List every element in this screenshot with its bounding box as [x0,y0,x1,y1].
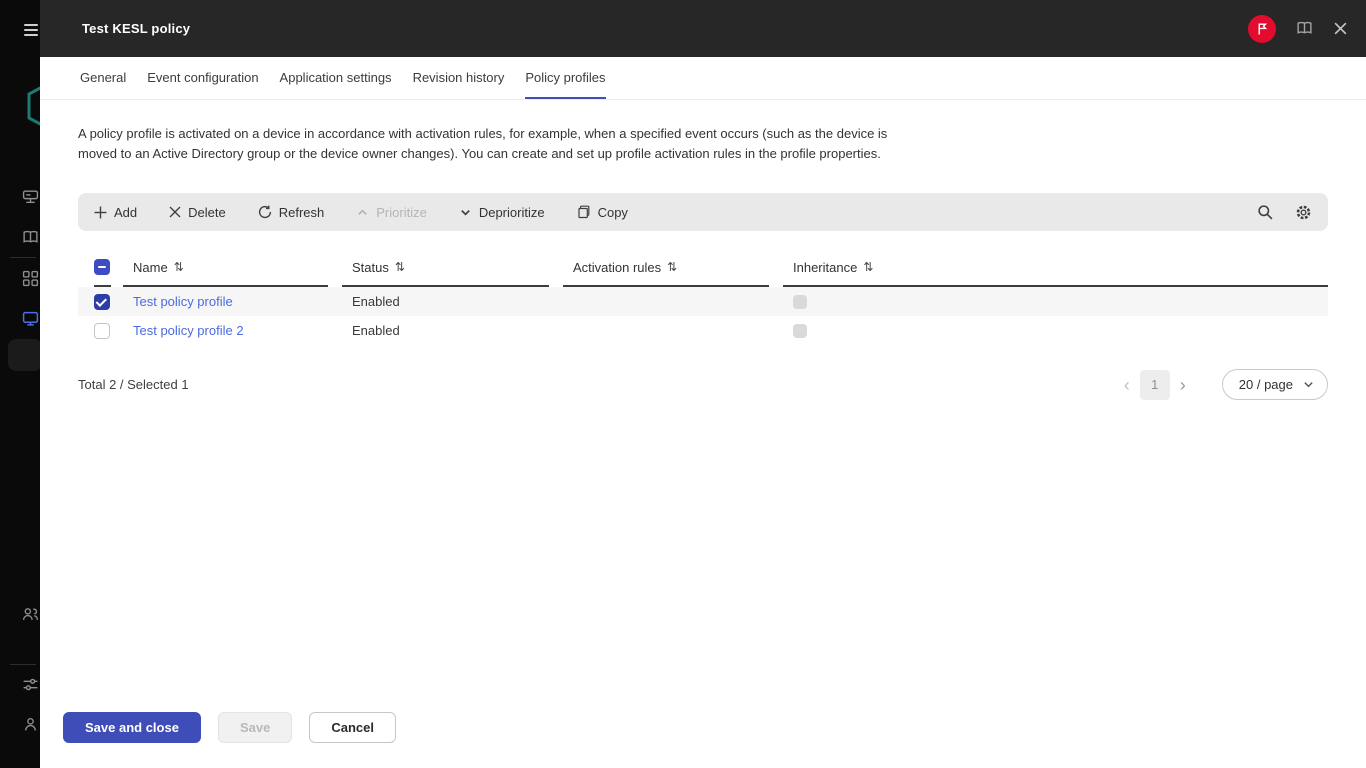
column-header-inheritance[interactable]: Inheritance ⇅ [783,254,1328,287]
save-button[interactable]: Save [218,712,292,743]
row-checkbox[interactable] [94,323,110,339]
selection-summary: Total 2 / Selected 1 [78,377,189,392]
sort-icon[interactable]: ⇅ [863,260,873,274]
help-book-icon[interactable] [1295,20,1314,37]
sidebar-divider [10,257,36,258]
description-line-1: A policy profile is activated on a devic… [78,124,1328,144]
tab-application-settings[interactable]: Application settings [280,57,392,99]
cancel-button[interactable]: Cancel [309,712,396,743]
column-header-status[interactable]: Status ⇅ [342,254,549,287]
table-header: Name ⇅ Status ⇅ Activation rules ⇅ Inher… [78,253,1328,287]
users-icon[interactable] [22,606,39,623]
kaspersky-flag-badge-icon[interactable] [1248,15,1276,43]
tab-event-configuration[interactable]: Event configuration [147,57,258,99]
inheritance-checkbox [793,295,807,309]
dialog-titlebar: Test KESL policy [40,0,1366,57]
devices-monitor-icon[interactable] [22,310,39,327]
policy-tabs: General Event configuration Application … [40,57,1366,100]
dashboard-grid-icon[interactable] [22,270,39,287]
select-all-checkbox[interactable] [94,259,110,275]
row-checkbox[interactable] [94,294,110,310]
tab-revision-history[interactable]: Revision history [413,57,505,99]
settings-gear-icon[interactable] [1295,204,1312,221]
page-size-select[interactable]: 20 / page [1222,369,1328,400]
sort-icon[interactable]: ⇅ [667,260,677,274]
refresh-icon [258,205,272,219]
hamburger-menu-icon[interactable] [24,24,38,39]
sidebar-active-item[interactable] [8,339,40,371]
profile-status: Enabled [342,323,563,338]
inheritance-checkbox [793,324,807,338]
column-header-name[interactable]: Name ⇅ [123,254,328,287]
tab-policy-profiles[interactable]: Policy profiles [525,57,605,99]
cross-icon [169,206,181,218]
dialog-title: Test KESL policy [82,21,190,36]
table-footer: Total 2 / Selected 1 ‹ 1 › 20 / page [78,369,1328,400]
chevron-up-icon [356,206,369,219]
profiles-description: A policy profile is activated on a devic… [78,124,1328,164]
page-number-button[interactable]: 1 [1140,370,1170,400]
table-row[interactable]: Test policy profile Enabled [78,287,1328,316]
close-icon[interactable] [1333,21,1348,36]
policy-dialog-panel: Test KESL policy General Event configura… [40,0,1366,768]
refresh-button[interactable]: Refresh [258,205,325,220]
profiles-toolbar: Add Delete Refresh Prioritize [78,193,1328,231]
plus-icon [94,206,107,219]
sidebar-divider [10,664,36,665]
save-and-close-button[interactable]: Save and close [63,712,201,743]
prioritize-button[interactable]: Prioritize [356,205,427,220]
chevron-down-icon [1303,379,1314,390]
pagination: ‹ 1 › 20 / page [1114,369,1328,400]
search-icon[interactable] [1257,204,1274,221]
chevron-down-icon [459,206,472,219]
column-header-activation-rules[interactable]: Activation rules ⇅ [563,254,769,287]
account-person-icon[interactable] [22,716,39,733]
add-button[interactable]: Add [94,205,137,220]
delete-button[interactable]: Delete [169,205,226,220]
app-sidebar [0,0,40,768]
dialog-actions: Save and close Save Cancel [63,712,396,743]
tab-general[interactable]: General [80,57,126,99]
table-row[interactable]: Test policy profile 2 Enabled [78,316,1328,345]
deprioritize-button[interactable]: Deprioritize [459,205,545,220]
next-page-icon[interactable]: › [1170,376,1196,394]
library-book-icon[interactable] [22,229,39,246]
profile-status: Enabled [342,294,563,309]
sort-icon[interactable]: ⇅ [395,260,405,274]
kaspersky-logo-icon [27,84,40,128]
copy-button[interactable]: Copy [577,205,628,220]
profile-name-link[interactable]: Test policy profile [133,294,233,309]
description-line-2: moved to an Active Directory group or th… [78,144,1328,164]
console-settings-sliders-icon[interactable] [22,676,39,693]
administration-server-icon[interactable] [22,188,39,205]
copy-icon [577,205,591,219]
sort-icon[interactable]: ⇅ [174,260,184,274]
profile-name-link[interactable]: Test policy profile 2 [133,323,244,338]
prev-page-icon[interactable]: ‹ [1114,376,1140,394]
